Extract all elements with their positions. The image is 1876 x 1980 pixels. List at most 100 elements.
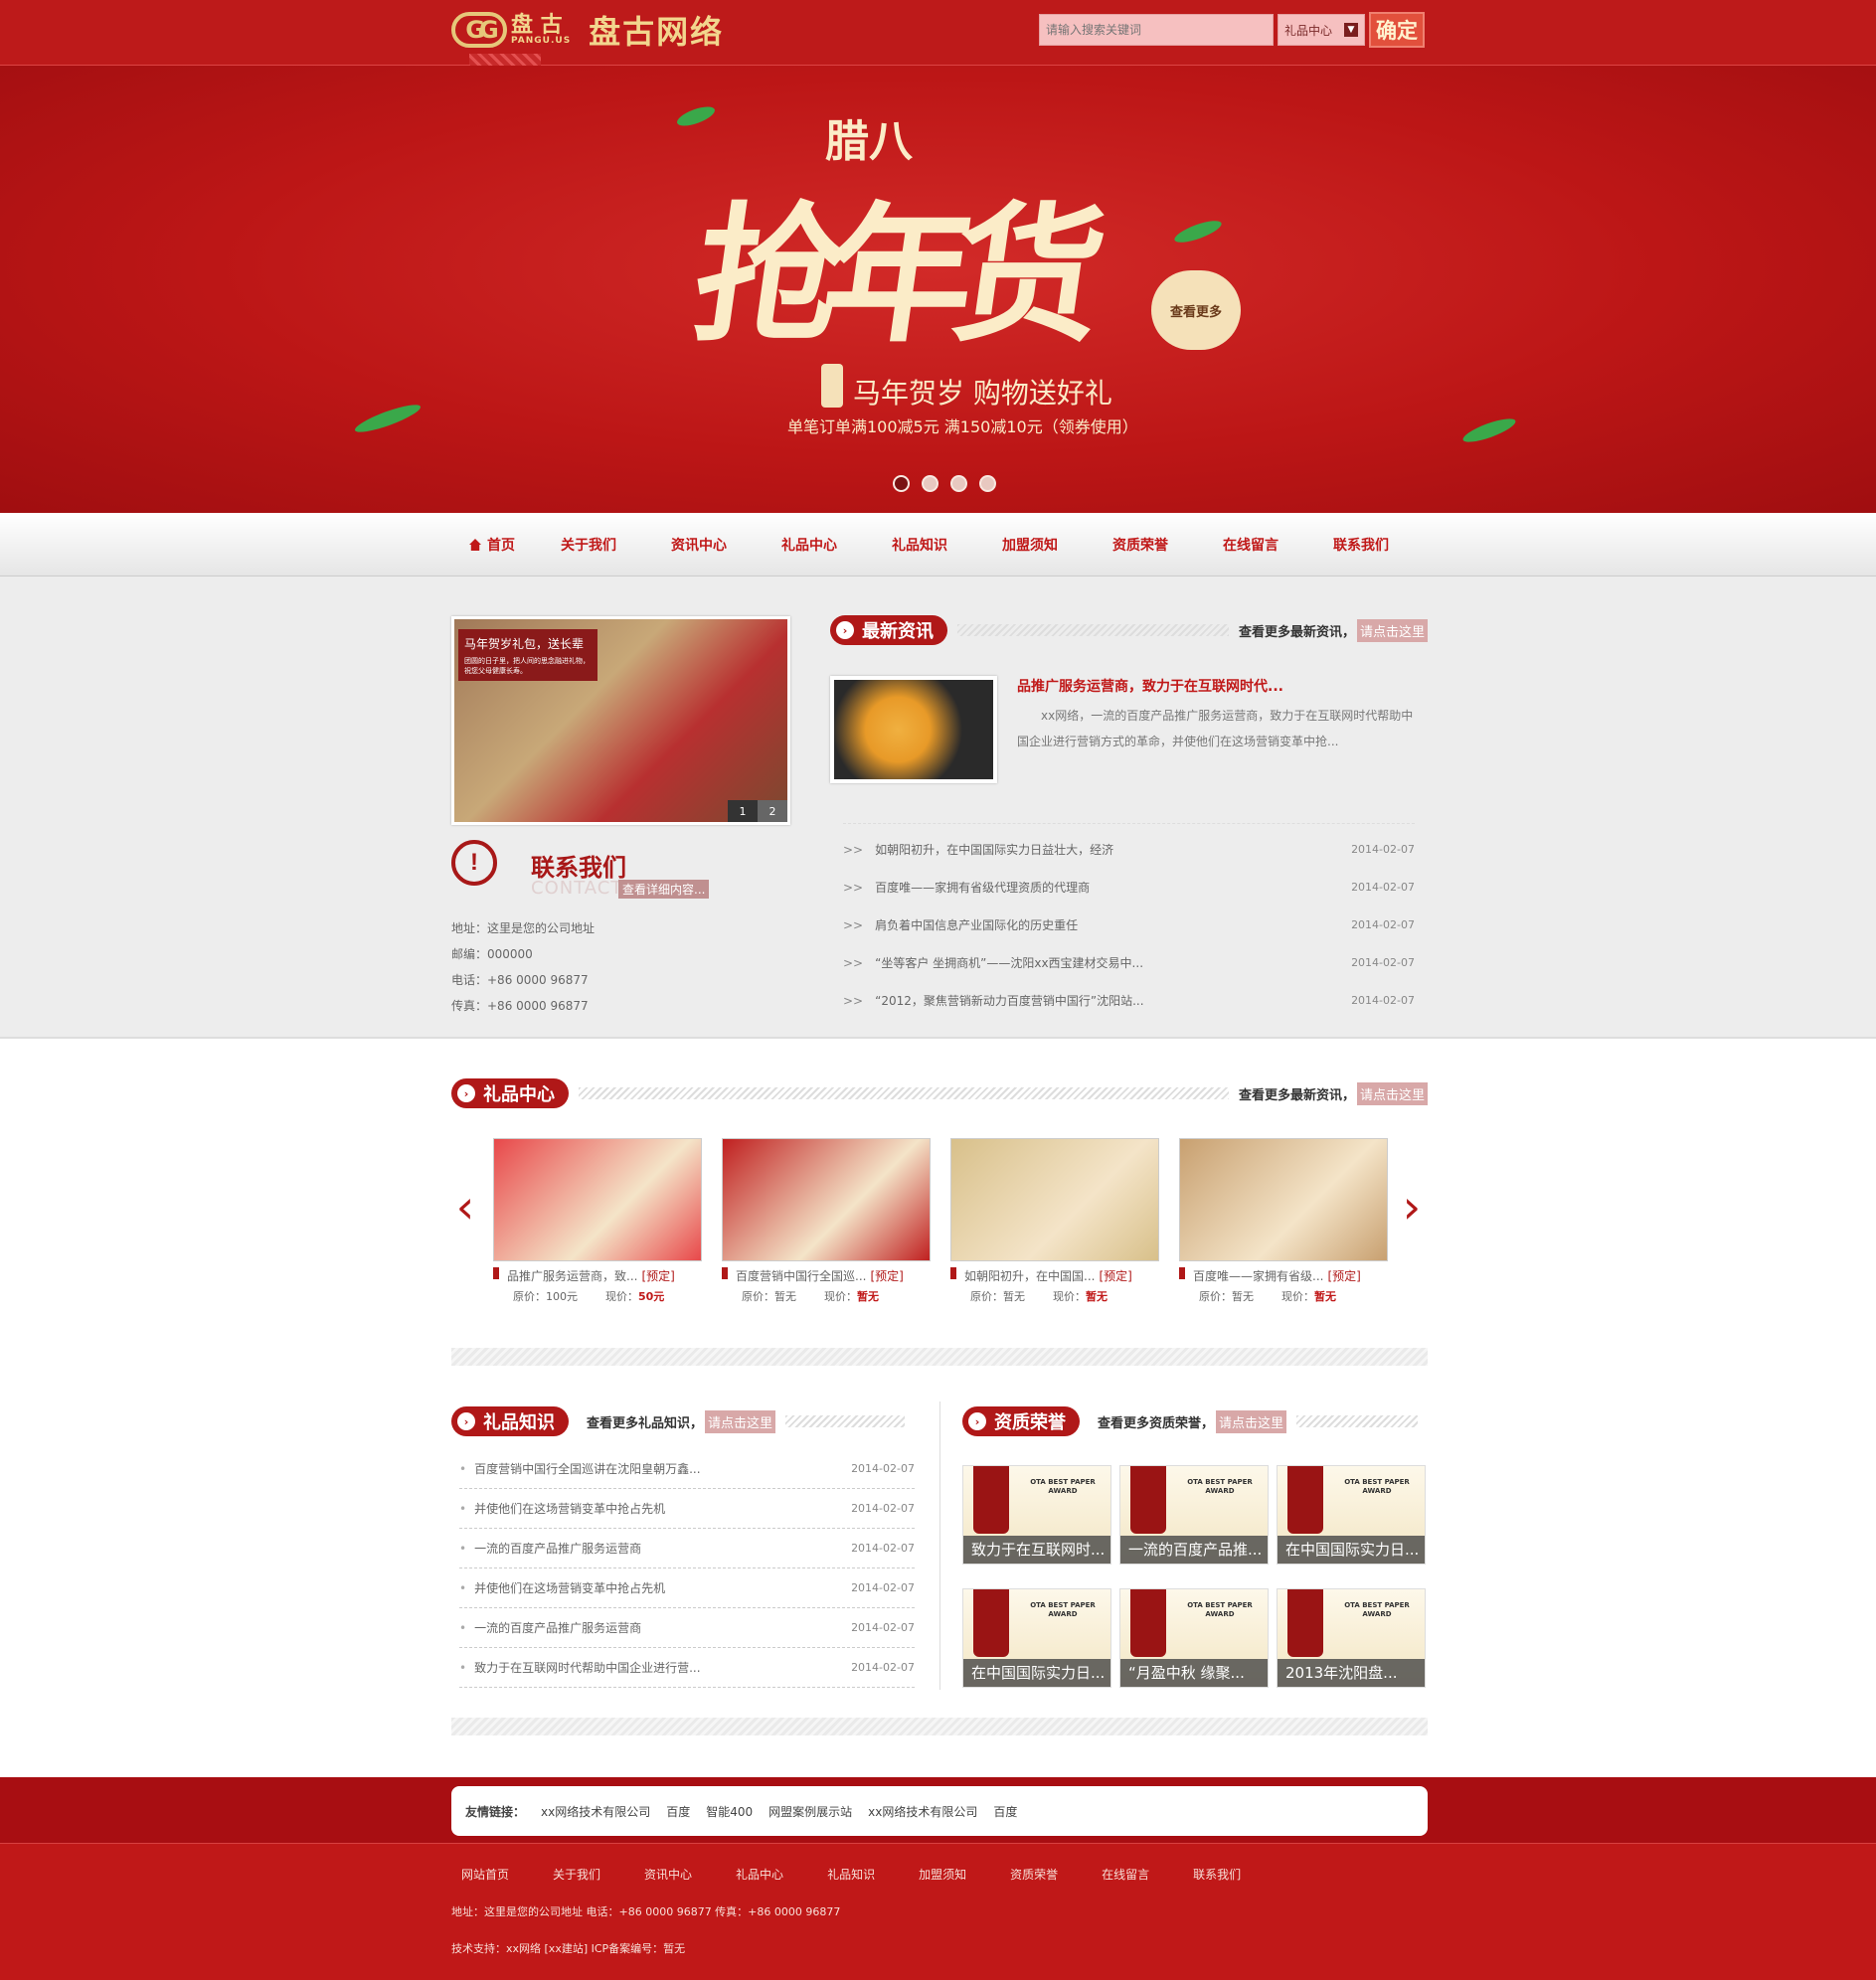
nav-item-home[interactable]: 首页 [469,535,561,555]
banner-dot[interactable] [922,475,938,492]
cert-label: 在中国国际实力日... [1278,1536,1425,1564]
gift-tag: [预定] [1327,1269,1361,1283]
gift-now-label: 现价： [1281,1290,1314,1303]
cert-card[interactable]: OTA BEST PAPER AWARD 在中国国际实力日... [1277,1465,1426,1565]
footer-nav-item[interactable]: 礼品知识 [817,1866,885,1883]
leaf-decoration [1460,413,1518,447]
search-category-select[interactable]: 礼品中心 ▼ [1278,14,1365,46]
footer: 网站首页 关于我们 资讯中心 礼品中心 礼品知识 加盟须知 资质荣誉 在线留言 … [0,1843,1876,1980]
news-list-item[interactable]: 百度唯——家拥有省级代理资质的代理商 2014-02-07 [843,868,1415,906]
footer-nav-item[interactable]: 在线留言 [1092,1866,1159,1883]
knowledge-list-item[interactable]: 百度营销中国行全国巡讲在沈阳皇朝万鑫... 2014-02-07 [459,1449,915,1489]
promo-page-button[interactable]: 1 [728,800,758,822]
gifts-more-link[interactable]: 请点击这里 [1356,1081,1428,1105]
nav-item-knowledge[interactable]: 礼品知识 [892,535,1002,555]
promo-caption-sub: 团圆的日子里，把人间的思念融进礼物，祝您父母健康长寿。 [464,657,590,675]
cert-card[interactable]: OTA BEST PAPER AWARD 一流的百度产品推... [1119,1465,1269,1565]
promo-page-button[interactable]: 2 [758,800,787,822]
friend-link[interactable]: 百度 [993,1803,1017,1820]
nav-item-join[interactable]: 加盟须知 [1002,535,1112,555]
news-list-item[interactable]: “2012，聚焦营销新动力百度营销中国行”沈阳站... 2014-02-07 [843,981,1415,1019]
friend-link[interactable]: xx网络技术有限公司 [868,1803,977,1820]
footer-nav-item[interactable]: 联系我们 [1183,1866,1251,1883]
cert-card[interactable]: OTA BEST PAPER AWARD “月盈中秋 缘聚... [1119,1588,1269,1688]
arrow-right-icon: › [457,1412,475,1430]
leaf-decoration [674,102,718,130]
cert-card[interactable]: OTA BEST PAPER AWARD 致力于在互联网时... [962,1465,1111,1565]
gift-card[interactable]: 百度营销中国行全国巡... [预定] 原价：暂无 现价：暂无 [722,1138,931,1304]
friend-link[interactable]: 智能400 [706,1803,753,1820]
nav-item-gifts[interactable]: 礼品中心 [781,535,892,555]
gift-card[interactable]: 如朝阳初升，在中国国... [预定] 原价：暂无 现价：暂无 [950,1138,1159,1304]
divider-strip [451,1348,1428,1366]
friend-link[interactable]: xx网络技术有限公司 [541,1803,650,1820]
gift-name: 品推广服务运营商，致... [预定] [493,1267,702,1284]
logo-en: PANGU.US [511,35,572,46]
footer-nav-item[interactable]: 资质荣誉 [1000,1866,1068,1883]
knowledge-heading-label: 礼品知识 [483,1412,555,1433]
knowledge-list-item[interactable]: 一流的百度产品推广服务运营商 2014-02-07 [459,1608,915,1648]
news-item-date: 2014-02-07 [1351,993,1415,1007]
knowledge-list-item[interactable]: 并使他们在这场营销变革中抢占先机 2014-02-07 [459,1489,915,1529]
honors-more-link[interactable]: 请点击这里 [1216,1409,1287,1433]
footer-nav-item[interactable]: 礼品中心 [726,1866,793,1883]
banner-dot[interactable] [979,475,996,492]
nav-item-news[interactable]: 资讯中心 [671,535,781,555]
gift-orig-price: 原价：暂无 [1199,1290,1254,1303]
contact-phone: 电话：+86 0000 96877 [451,973,589,987]
banner-dot[interactable] [950,475,967,492]
news-more-link[interactable]: 请点击这里 [1356,618,1428,642]
carousel-next-button[interactable]: › [1398,1183,1426,1231]
promo-slideshow[interactable]: 马年贺岁礼包，送长辈 团圆的日子里，把人间的思念融进礼物，祝您父母健康长寿。 1… [451,616,790,825]
nav-item-honors[interactable]: 资质荣誉 [1112,535,1223,555]
knowledge-heading: › 礼品知识 [451,1406,569,1436]
nav-item-label: 首页 [487,538,515,554]
knowledge-more-link[interactable]: 请点击这里 [705,1409,776,1433]
knowledge-item-date: 2014-02-07 [851,1462,915,1475]
gifts-heading: › 礼品中心 [451,1078,569,1108]
news-list-item[interactable]: 如朝阳初升，在中国国际实力日益壮大，经济 2014-02-07 [843,830,1415,868]
news-heading-label: 最新资讯 [862,621,934,642]
news-list-item[interactable]: “坐等客户 坐拥商机”——沈阳xx西宝建材交易中... 2014-02-07 [843,943,1415,981]
cert-card[interactable]: OTA BEST PAPER AWARD 在中国国际实力日... [962,1588,1111,1688]
banner-more-button[interactable]: 查看更多 [1151,270,1241,350]
contact-zip: 邮编：000000 [451,947,533,961]
news-featured-title[interactable]: 品推广服务运营商，致力于在互联网时代... [1017,676,1435,696]
logo[interactable]: GG 盘 古 PANGU.US 盘古网络 [451,10,725,51]
carousel-prev-button[interactable]: ‹ [451,1183,479,1231]
knowledge-item-title: 致力于在互联网时代帮助中国企业进行营... [459,1659,700,1676]
banner-pagination [893,475,996,492]
knowledge-list-item[interactable]: 致力于在互联网时代帮助中国企业进行营... 2014-02-07 [459,1648,915,1688]
gift-card[interactable]: 品推广服务运营商，致... [预定] 原价：100元 现价：50元 [493,1138,702,1304]
footer-nav-item[interactable]: 关于我们 [543,1866,610,1883]
gift-image[interactable] [493,1138,702,1261]
knowledge-list-item[interactable]: 并使他们在这场营销变革中抢占先机 2014-02-07 [459,1568,915,1608]
gift-card[interactable]: 百度唯——家拥有省级... [预定] 原价：暂无 现价：暂无 [1179,1138,1388,1304]
gift-image[interactable] [1179,1138,1388,1261]
nav-item-message[interactable]: 在线留言 [1223,535,1333,555]
footer-nav-item[interactable]: 资讯中心 [634,1866,702,1883]
friend-link[interactable]: 网盟案例展示站 [768,1803,852,1820]
nav-item-about[interactable]: 关于我们 [561,535,671,555]
ribbon-icon [1287,1466,1323,1534]
footer-support: 技术支持：xx网络 [xx建站] ICP备案编号：暂无 [451,1942,686,1955]
search-submit-button[interactable]: 确定 [1369,12,1425,48]
cert-card[interactable]: OTA BEST PAPER AWARD 2013年沈阳盘... [1277,1588,1426,1688]
friend-link[interactable]: 百度 [666,1803,690,1820]
nav-item-contact[interactable]: 联系我们 [1333,535,1444,555]
gift-price: 原价：100元 现价：50元 [513,1288,702,1304]
footer-nav-item[interactable]: 加盟须知 [909,1866,976,1883]
gift-image[interactable] [950,1138,1159,1261]
cert-label: 致力于在互联网时... [963,1536,1110,1564]
news-featured-image[interactable] [830,676,997,783]
contact-more-link[interactable]: 查看详细内容... [618,880,710,899]
gift-image[interactable] [722,1138,931,1261]
site-name: 盘古网络 [589,13,725,51]
search-input[interactable] [1039,14,1274,46]
gift-orig-price: 原价：暂无 [970,1290,1025,1303]
footer-nav-item[interactable]: 网站首页 [451,1866,519,1883]
news-list-item[interactable]: 肩负着中国信息产业国际化的历史重任 2014-02-07 [843,906,1415,943]
knowledge-list-item[interactable]: 一流的百度产品推广服务运营商 2014-02-07 [459,1529,915,1568]
banner-dot[interactable] [893,475,910,492]
hero-banner[interactable]: 腊八 抢年货 查看更多 马年贺岁 购物送好礼 单笔订单满100减5元 满150减… [0,66,1876,513]
